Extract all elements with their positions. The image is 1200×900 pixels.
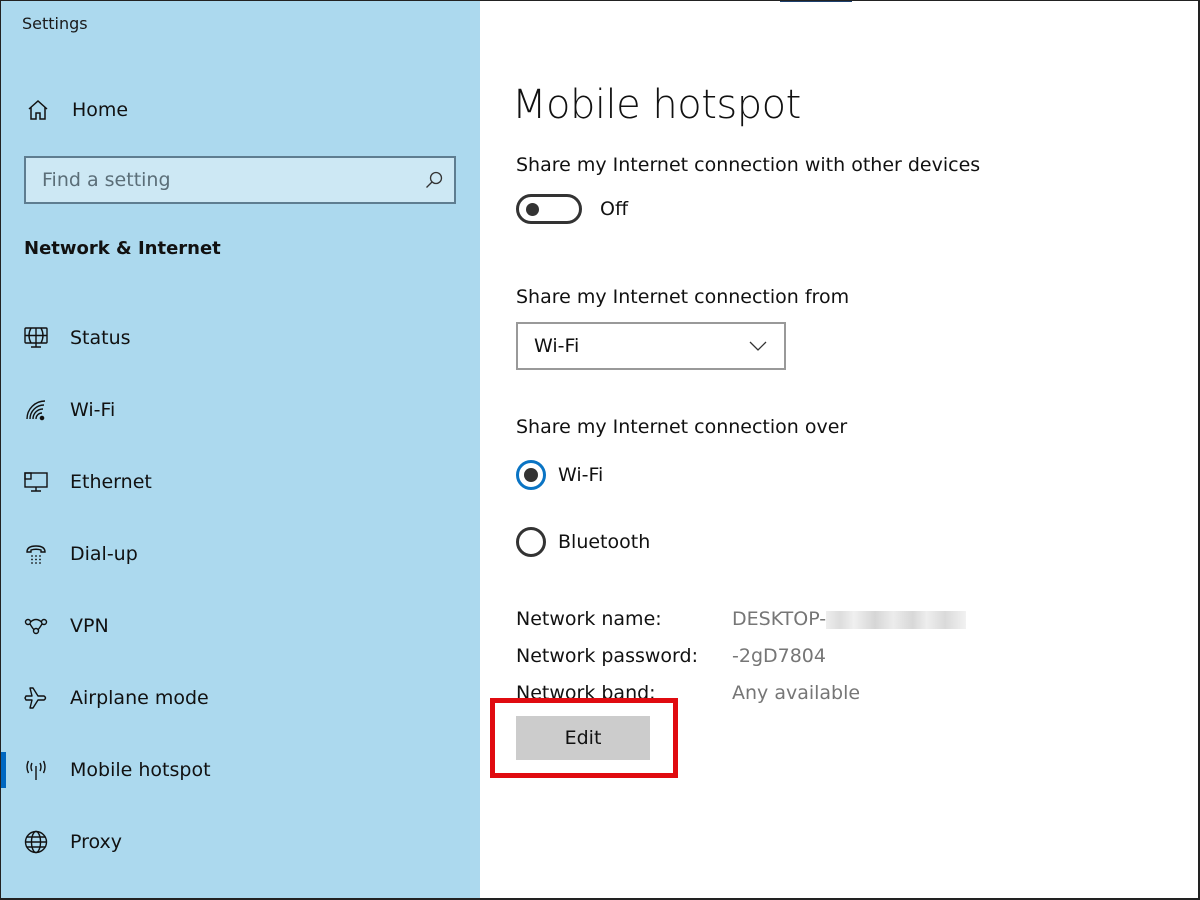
dial-up-phone-icon	[22, 540, 50, 568]
network-band-label: Network band:	[516, 682, 656, 704]
radio-button-checked[interactable]	[516, 460, 546, 490]
sidebar-item-mobile-hotspot[interactable]: Mobile hotspot	[0, 734, 480, 806]
redacted-block	[826, 610, 967, 629]
sidebar-item-label: Wi-Fi	[70, 399, 116, 421]
sidebar-item-label: VPN	[70, 615, 109, 637]
edit-button[interactable]: Edit	[516, 716, 650, 760]
radio-label: Bluetooth	[558, 531, 651, 553]
sidebar: Settings Home Network & Internet Status …	[0, 0, 480, 900]
mobile-hotspot-icon	[22, 756, 50, 784]
radio-wifi[interactable]: Wi-Fi	[516, 460, 603, 490]
dropdown-value: Wi-Fi	[534, 335, 580, 357]
toggle-state-label: Off	[600, 198, 629, 220]
radio-dot	[524, 468, 538, 482]
radio-button[interactable]	[516, 527, 546, 557]
airplane-icon	[22, 684, 50, 712]
sidebar-item-proxy[interactable]: Proxy	[0, 806, 480, 878]
toggle-switch[interactable]	[516, 194, 582, 224]
search-input[interactable]	[26, 158, 414, 202]
sidebar-item-ethernet[interactable]: Ethernet	[0, 446, 480, 518]
share-toggle[interactable]: Off	[516, 194, 628, 224]
sidebar-item-label: Status	[70, 327, 131, 349]
network-password-value: -2gD7804	[732, 645, 826, 667]
sidebar-item-dial-up[interactable]: Dial-up	[0, 518, 480, 590]
section-title: Network & Internet	[24, 238, 221, 259]
share-from-dropdown[interactable]: Wi-Fi	[516, 322, 786, 370]
ethernet-icon	[22, 468, 50, 496]
sidebar-item-label: Dial-up	[70, 543, 138, 565]
main-content: Mobile hotspot Share my Internet connect…	[480, 0, 1200, 900]
sidebar-nav: Status Wi-Fi Ethernet Dial-up VPN Airpla…	[0, 302, 480, 878]
radio-label: Wi-Fi	[558, 464, 604, 486]
network-band-value: Any available	[732, 682, 861, 704]
sidebar-item-status[interactable]: Status	[0, 302, 480, 374]
chevron-down-icon	[748, 337, 768, 356]
network-name-text: DESKTOP-	[732, 608, 827, 630]
network-name-value: DESKTOP-	[732, 608, 967, 630]
globe-icon	[22, 828, 50, 856]
sidebar-item-airplane-mode[interactable]: Airplane mode	[0, 662, 480, 734]
sidebar-item-label: Airplane mode	[70, 687, 209, 709]
sidebar-item-vpn[interactable]: VPN	[0, 590, 480, 662]
page-title: Mobile hotspot	[512, 82, 801, 128]
top-accent-line	[780, 0, 852, 2]
share-from-label: Share my Internet connection from	[516, 286, 850, 308]
sidebar-item-label: Ethernet	[70, 471, 152, 493]
wifi-icon	[22, 396, 50, 424]
status-globe-monitor-icon	[22, 324, 50, 352]
app-title: Settings	[22, 14, 88, 33]
share-connection-label: Share my Internet connection with other …	[516, 154, 981, 176]
sidebar-item-label: Mobile hotspot	[70, 759, 211, 781]
sidebar-home[interactable]: Home	[24, 92, 128, 128]
sidebar-item-wifi[interactable]: Wi-Fi	[0, 374, 480, 446]
sidebar-home-label: Home	[72, 99, 129, 121]
search-box[interactable]	[24, 156, 456, 204]
sidebar-item-label: Proxy	[70, 831, 123, 853]
network-password-label: Network password:	[516, 645, 698, 667]
toggle-knob	[526, 203, 539, 216]
home-icon	[24, 96, 52, 124]
share-over-label: Share my Internet connection over	[516, 416, 848, 438]
search-icon[interactable]	[414, 158, 454, 202]
vpn-icon	[22, 612, 50, 640]
network-name-label: Network name:	[516, 608, 662, 630]
radio-bluetooth[interactable]: Bluetooth	[516, 527, 650, 557]
